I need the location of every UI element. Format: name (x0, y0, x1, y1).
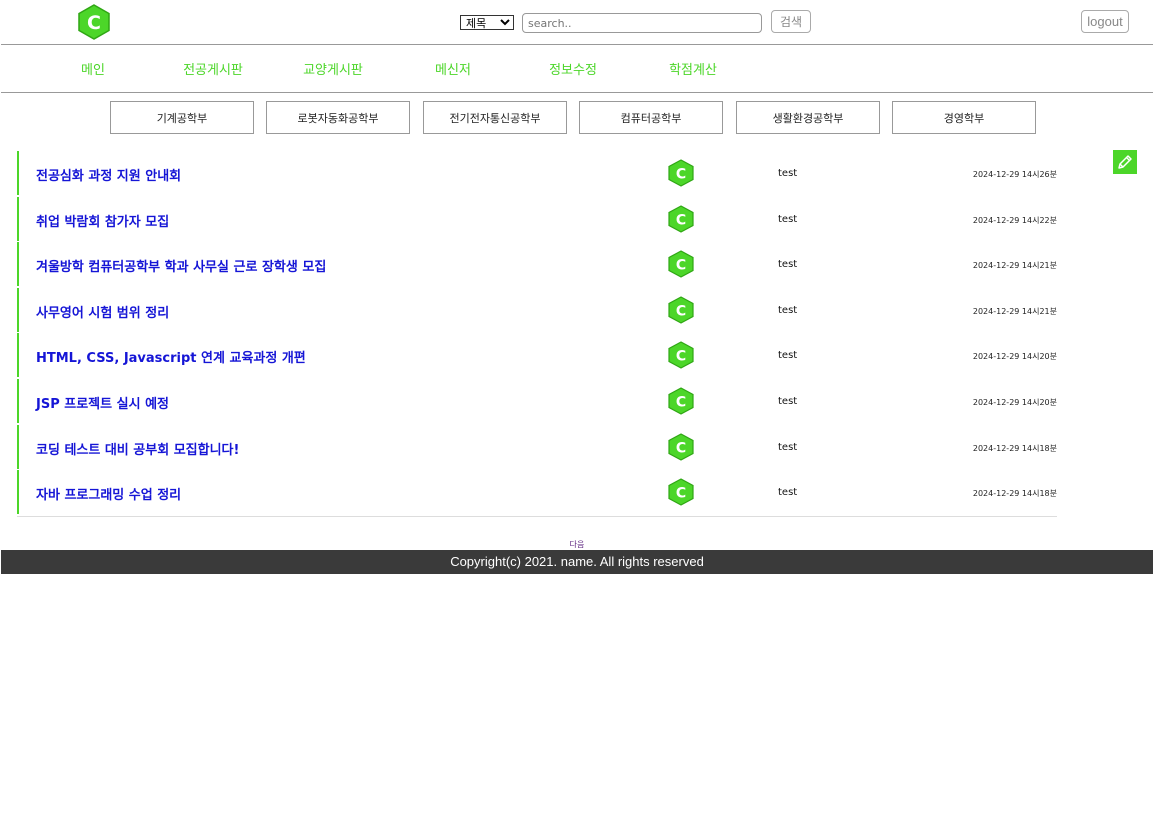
nav-item-main[interactable]: 메인 (33, 59, 153, 78)
post-author: test (778, 350, 798, 362)
dept-tab-mechanical[interactable]: 기계공학부 (110, 101, 254, 134)
author-avatar-icon: C (668, 250, 694, 278)
post-row[interactable]: 코딩 테스트 대비 공부회 모집합니다! Ctest 2024-12-29 14시1… (17, 424, 1057, 469)
post-row[interactable]: 사무영어 시험 범위 정리 Ctest 2024-12-29 14시21분 (17, 287, 1057, 332)
pencil-icon (1118, 155, 1132, 169)
post-date: 2024-12-29 14시18분 (972, 443, 1057, 453)
author-avatar-icon: C (668, 296, 694, 324)
post-row[interactable]: 자바 프로그래밍 수업 정리 Ctest 2024-12-29 14시18분 (17, 470, 1057, 515)
nav-divider (1, 92, 1153, 93)
post-author: test (778, 213, 798, 225)
post-row[interactable]: 겨울방학 컴퓨터공학부 학과 사무실 근로 장학생 모집 Ctest 2024-12… (17, 242, 1057, 287)
post-date: 2024-12-29 14시22분 (972, 215, 1057, 225)
logout-button[interactable]: logout (1081, 10, 1129, 33)
author-avatar-icon: C (668, 387, 694, 415)
search-input[interactable] (522, 13, 762, 33)
post-list: 전공심화 과정 지원 안내회 Ctest 2024-12-29 14시26분취업 박… (17, 151, 1057, 516)
post-date: 2024-12-29 14시20분 (972, 352, 1057, 362)
dept-tab-living-env[interactable]: 생활환경공학부 (736, 101, 880, 134)
author-avatar-icon: C (668, 432, 694, 461)
post-date: 2024-12-29 14시18분 (972, 489, 1057, 499)
post-author: test (778, 168, 798, 179)
department-tabs: 기계공학부 로봇자동화공학부 전기전자통신공학부 컴퓨터공학부 생활환경공학부 … (0, 101, 1154, 134)
post-author: test (778, 259, 798, 271)
post-title-link[interactable]: 자바 프로그래밍 수업 정리 (36, 484, 181, 503)
post-author: test (778, 304, 798, 316)
author-avatar-icon: C (668, 478, 694, 506)
nav-item-grade-calc[interactable]: 학점계산 (633, 59, 753, 78)
dept-tab-business[interactable]: 경영학부 (892, 101, 1036, 134)
top-header: C 제목 검색 logout (0, 0, 1154, 44)
list-divider (17, 516, 1057, 517)
post-title-link[interactable]: 전공심화 과정 지원 안내회 (36, 165, 181, 184)
search-field-select[interactable]: 제목 (460, 15, 514, 30)
post-title-link[interactable]: HTML, CSS, Javascript 연계 교육과정 개편 (36, 347, 306, 366)
copyright-text: Copyright(c) 2021. name. All rights rese… (450, 554, 704, 569)
post-date: 2024-12-29 14시26분 (972, 170, 1057, 179)
svg-text:C: C (87, 12, 101, 34)
nav-item-liberal-board[interactable]: 교양게시판 (273, 59, 393, 78)
post-title-link[interactable]: 취업 박람회 참가자 모집 (36, 211, 169, 230)
dept-tab-computer[interactable]: 컴퓨터공학부 (579, 101, 723, 134)
post-title-link[interactable]: 코딩 테스트 대비 공부회 모집합니다! (36, 439, 239, 458)
nav-item-major-board[interactable]: 전공게시판 (153, 59, 273, 78)
post-author: test (778, 395, 798, 407)
svg-text:C: C (676, 303, 686, 319)
author-avatar-icon: C (668, 159, 694, 187)
author-avatar-icon: C (668, 204, 694, 233)
svg-text:C: C (676, 486, 686, 502)
search-button[interactable]: 검색 (771, 10, 811, 33)
svg-text:C: C (676, 394, 686, 410)
svg-text:C: C (676, 349, 686, 365)
post-title-link[interactable]: 겨울방학 컴퓨터공학부 학과 사무실 근로 장학생 모집 (36, 256, 326, 275)
post-date: 2024-12-29 14시20분 (972, 397, 1057, 407)
post-title-link[interactable]: JSP 프로젝트 실시 예정 (36, 393, 169, 412)
author-avatar-icon: C (668, 341, 694, 370)
svg-text:C: C (676, 167, 686, 183)
post-row[interactable]: JSP 프로젝트 실시 예정 Ctest 2024-12-29 14시20분 (17, 378, 1057, 423)
post-row[interactable]: HTML, CSS, Javascript 연계 교육과정 개편 Ctest 202… (17, 333, 1057, 378)
svg-text:C: C (676, 212, 686, 228)
main-nav: 메인 전공게시판 교양게시판 메신저 정보수정 학점계산 (0, 45, 1154, 92)
footer: Copyright(c) 2021. name. All rights rese… (1, 550, 1153, 574)
post-title-link[interactable]: 사무영어 시험 범위 정리 (36, 302, 169, 321)
post-row[interactable]: 취업 박람회 참가자 모집 Ctest 2024-12-29 14시22분 (17, 196, 1057, 241)
post-row[interactable]: 전공심화 과정 지원 안내회 Ctest 2024-12-29 14시26분 (17, 151, 1057, 195)
post-author: test (778, 441, 798, 453)
svg-text:C: C (676, 258, 686, 274)
dept-tab-robotics[interactable]: 로봇자동화공학부 (266, 101, 410, 134)
post-date: 2024-12-29 14시21분 (972, 306, 1057, 316)
nav-item-profile-edit[interactable]: 정보수정 (513, 59, 633, 78)
logo-icon[interactable]: C (78, 4, 110, 40)
nav-item-messenger[interactable]: 메신저 (393, 59, 513, 78)
next-page-link[interactable]: 다음 (0, 539, 1154, 550)
write-post-button[interactable] (1113, 150, 1137, 174)
post-date: 2024-12-29 14시21분 (972, 261, 1057, 271)
dept-tab-electrical[interactable]: 전기전자통신공학부 (423, 101, 567, 134)
svg-text:C: C (676, 440, 686, 456)
post-author: test (778, 487, 798, 499)
